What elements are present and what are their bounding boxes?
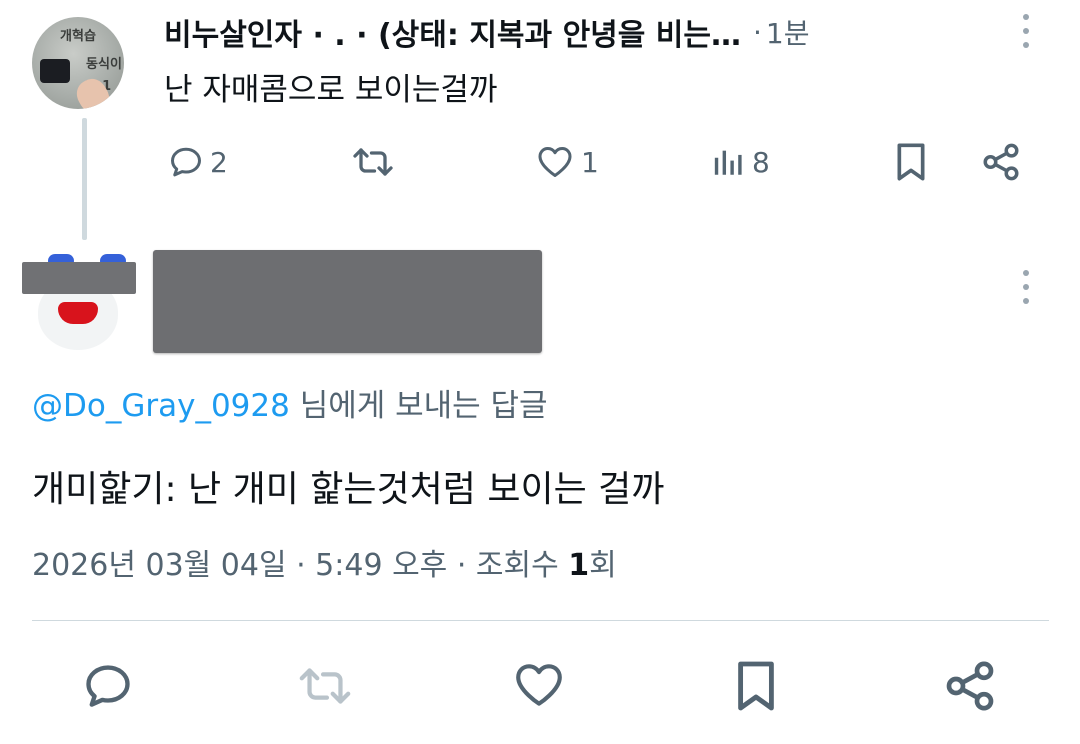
views-suffix: 회 <box>589 548 617 583</box>
redacted-author-name <box>153 250 542 353</box>
share-button[interactable] <box>942 658 998 714</box>
avatar-mouth <box>58 302 98 324</box>
views-count: 8 <box>752 145 770 179</box>
avatar-redaction <box>22 262 136 294</box>
reply-count: 2 <box>210 145 228 179</box>
more-vertical-icon[interactable] <box>1022 270 1030 304</box>
thread-connector-line <box>82 118 87 240</box>
retweet-icon <box>299 668 351 704</box>
views-icon <box>714 150 742 175</box>
more-vertical-icon[interactable] <box>1022 14 1030 48</box>
heart-icon <box>516 664 562 706</box>
parent-tweet-text: 난 자매콤으로 보이는걸까 <box>164 72 498 108</box>
bookmark-button[interactable] <box>894 140 928 184</box>
separator: · <box>753 15 762 49</box>
reply-handle-link[interactable]: @Do_Gray_0928 <box>32 388 290 424</box>
share-icon <box>946 661 994 711</box>
parent-avatar[interactable]: 개혁습 동식이 !!-1 <box>32 17 124 109</box>
parent-header: 비누살인자 · . · (상태: 지복과 안녕을 비는… · 1분 <box>164 10 810 54</box>
share-button[interactable] <box>980 140 1022 184</box>
reply-icon <box>86 665 130 707</box>
bookmark-button[interactable] <box>734 658 778 714</box>
like-button[interactable] <box>512 660 566 710</box>
bookmark-icon <box>897 143 925 181</box>
avatar-object <box>40 59 70 83</box>
tweet-meta: 2026년 03월 04일 · 5:49 오후 · 조회수 1회 <box>32 540 617 584</box>
divider <box>32 620 1049 621</box>
avatar-text: 개혁습 <box>60 29 96 44</box>
reply-button[interactable]: 2 <box>168 140 228 184</box>
tweet-date[interactable]: 2026년 03월 04일 · 5:49 오후 · 조회수 <box>32 548 568 583</box>
reply-suffix: 님에게 보내는 답글 <box>289 388 548 424</box>
main-tweet-text: 개미핥기: 난 개미 핥는것처럼 보이는 걸까 <box>32 469 665 510</box>
retweet-button[interactable] <box>350 140 402 184</box>
bookmark-icon <box>738 661 774 711</box>
views-number: 1 <box>568 548 590 583</box>
reply-button[interactable] <box>82 660 134 712</box>
reply-icon <box>171 147 201 177</box>
heart-icon <box>538 147 572 177</box>
share-icon <box>983 143 1019 181</box>
like-button[interactable]: 1 <box>535 140 599 184</box>
like-count: 1 <box>581 145 599 179</box>
author-avatar[interactable] <box>22 240 136 350</box>
retweet-button <box>296 662 354 710</box>
author-name[interactable]: 비누살인자 · . · (상태: 지복과 안녕을 비는… <box>164 10 741 54</box>
retweet-icon <box>353 148 393 176</box>
views-button[interactable]: 8 <box>712 140 770 184</box>
timestamp[interactable]: 1분 <box>766 12 810 52</box>
reply-context: @Do_Gray_0928 님에게 보내는 답글 <box>32 380 548 425</box>
